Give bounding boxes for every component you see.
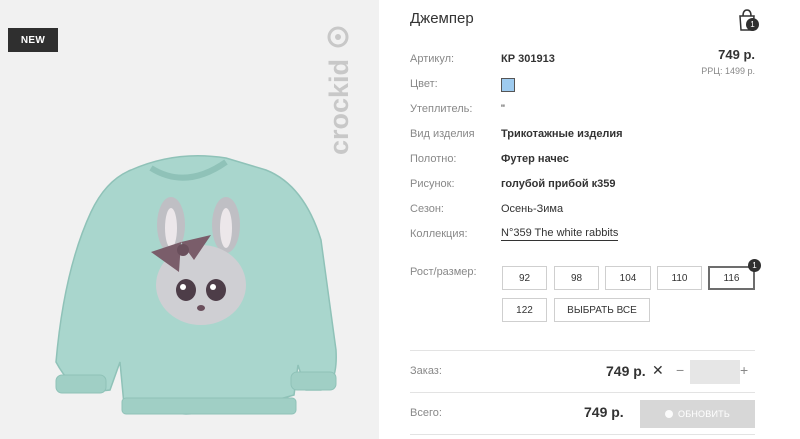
insulation-label: Утеплитель: [410,103,473,115]
season-label: Сезон: [410,203,444,215]
fabric-value: Футер начес [501,153,569,165]
new-badge: NEW [8,28,58,52]
color-label: Цвет: [410,78,438,90]
collection-link[interactable]: N°359 The white rabbits [501,227,619,241]
product-image-area: NEW crockid [0,0,379,439]
divider [410,434,755,435]
size-count-badge: 1 [748,259,761,272]
sweater-image [55,154,337,415]
size-option-110[interactable]: 110 [657,266,702,290]
decrease-quantity-button[interactable]: − [676,362,684,378]
brand-logo: crockid [324,26,354,155]
order-label: Заказ: [410,365,442,377]
total-price: 749 р. [584,404,624,420]
size-option-104[interactable]: 104 [605,266,651,290]
size-option-92[interactable]: 92 [502,266,547,290]
product-type-label: Вид изделия [410,128,475,140]
select-all-button[interactable]: ВЫБРАТЬ ВСЕ [554,298,650,322]
cart-count-badge: 1 [746,18,759,31]
article-value: КР 301913 [501,53,555,65]
size-option-116[interactable]: 116 [708,266,755,290]
update-button-label: ОБНОВИТЬ [678,409,730,419]
pattern-label: Рисунок: [410,178,455,190]
insulation-value: " [501,103,505,115]
color-swatch[interactable] [501,78,515,92]
collection-label: Коллекция: [410,228,468,240]
order-price: 749 р. [606,363,646,379]
season-value: Осень-Зима [501,203,564,215]
total-label: Всего: [410,407,442,419]
increase-quantity-button[interactable]: + [740,362,748,378]
article-label: Артикул: [410,53,455,65]
divider [410,350,755,351]
size-option-122[interactable]: 122 [502,298,547,322]
size-option-98[interactable]: 98 [554,266,599,290]
rrp-price: РРЦ: 1499 р. [701,66,755,76]
remove-item-button[interactable]: ✕ [652,362,664,379]
divider [410,392,755,393]
update-button[interactable]: ОБНОВИТЬ [640,400,755,428]
quantity-input[interactable] [690,360,740,384]
svg-text:crockid: crockid [324,59,354,155]
product-type-value: Трикотажные изделия [501,128,623,140]
pattern-value: голубой прибой к359 [501,178,616,190]
fabric-label: Полотно: [410,153,457,165]
size-label: Рост/размер: [410,266,477,278]
refresh-icon [665,410,674,418]
product-title: Джемпер [410,10,474,27]
price: 749 р. [718,47,755,62]
